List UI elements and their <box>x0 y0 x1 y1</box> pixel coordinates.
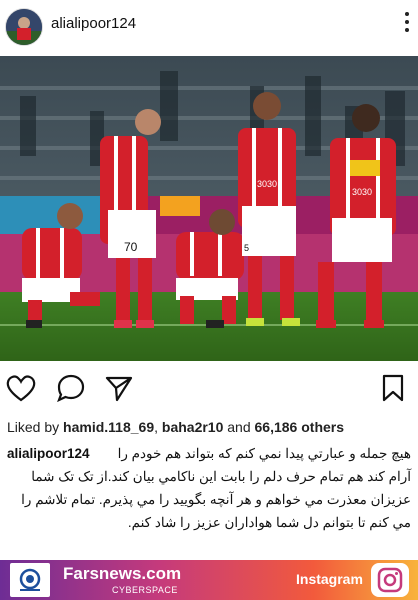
banner-site: Farsnews.com <box>63 564 182 583</box>
caption-username[interactable]: alialipoor124 <box>7 442 90 465</box>
bookmark-icon[interactable] <box>382 374 404 407</box>
post-photo[interactable]: 70 3030 5 3030 <box>0 56 418 361</box>
jersey-number: 3030 <box>257 179 277 189</box>
likes-prefix: Liked by <box>7 419 64 435</box>
likes-and: and <box>223 419 255 435</box>
post-header: alialipoor124 <box>0 0 418 52</box>
farsnews-banner: Farsnews.com CYBERSPACE Instagram <box>0 560 418 600</box>
comment-icon[interactable] <box>56 374 86 407</box>
liked-user[interactable]: baha2r10 <box>162 419 223 435</box>
likes-count[interactable]: 66,186 others <box>255 419 345 435</box>
banner-tagline: CYBERSPACE <box>112 585 178 595</box>
jersey-number: 3030 <box>352 187 372 197</box>
avatar[interactable] <box>5 8 43 46</box>
username[interactable]: alialipoor124 <box>51 15 136 32</box>
likes-separator: , <box>154 419 162 435</box>
share-icon[interactable] <box>104 374 134 407</box>
instagram-icon <box>371 563 409 597</box>
jersey-number: 70 <box>124 240 138 254</box>
liked-user[interactable]: hamid.118_69 <box>63 419 154 435</box>
jersey-number: 5 <box>244 243 249 253</box>
heart-icon[interactable] <box>6 374 36 407</box>
more-options-icon[interactable] <box>404 12 410 38</box>
banner-platform: Instagram <box>296 571 363 587</box>
caption: alialipoor124 هیچ جمله و عبارتي پیدا نمي… <box>7 442 411 534</box>
farsnews-logo-icon <box>10 563 50 597</box>
likes-summary[interactable]: Liked by hamid.118_69, baha2r10 and 66,1… <box>7 419 344 435</box>
action-bar <box>0 368 418 408</box>
